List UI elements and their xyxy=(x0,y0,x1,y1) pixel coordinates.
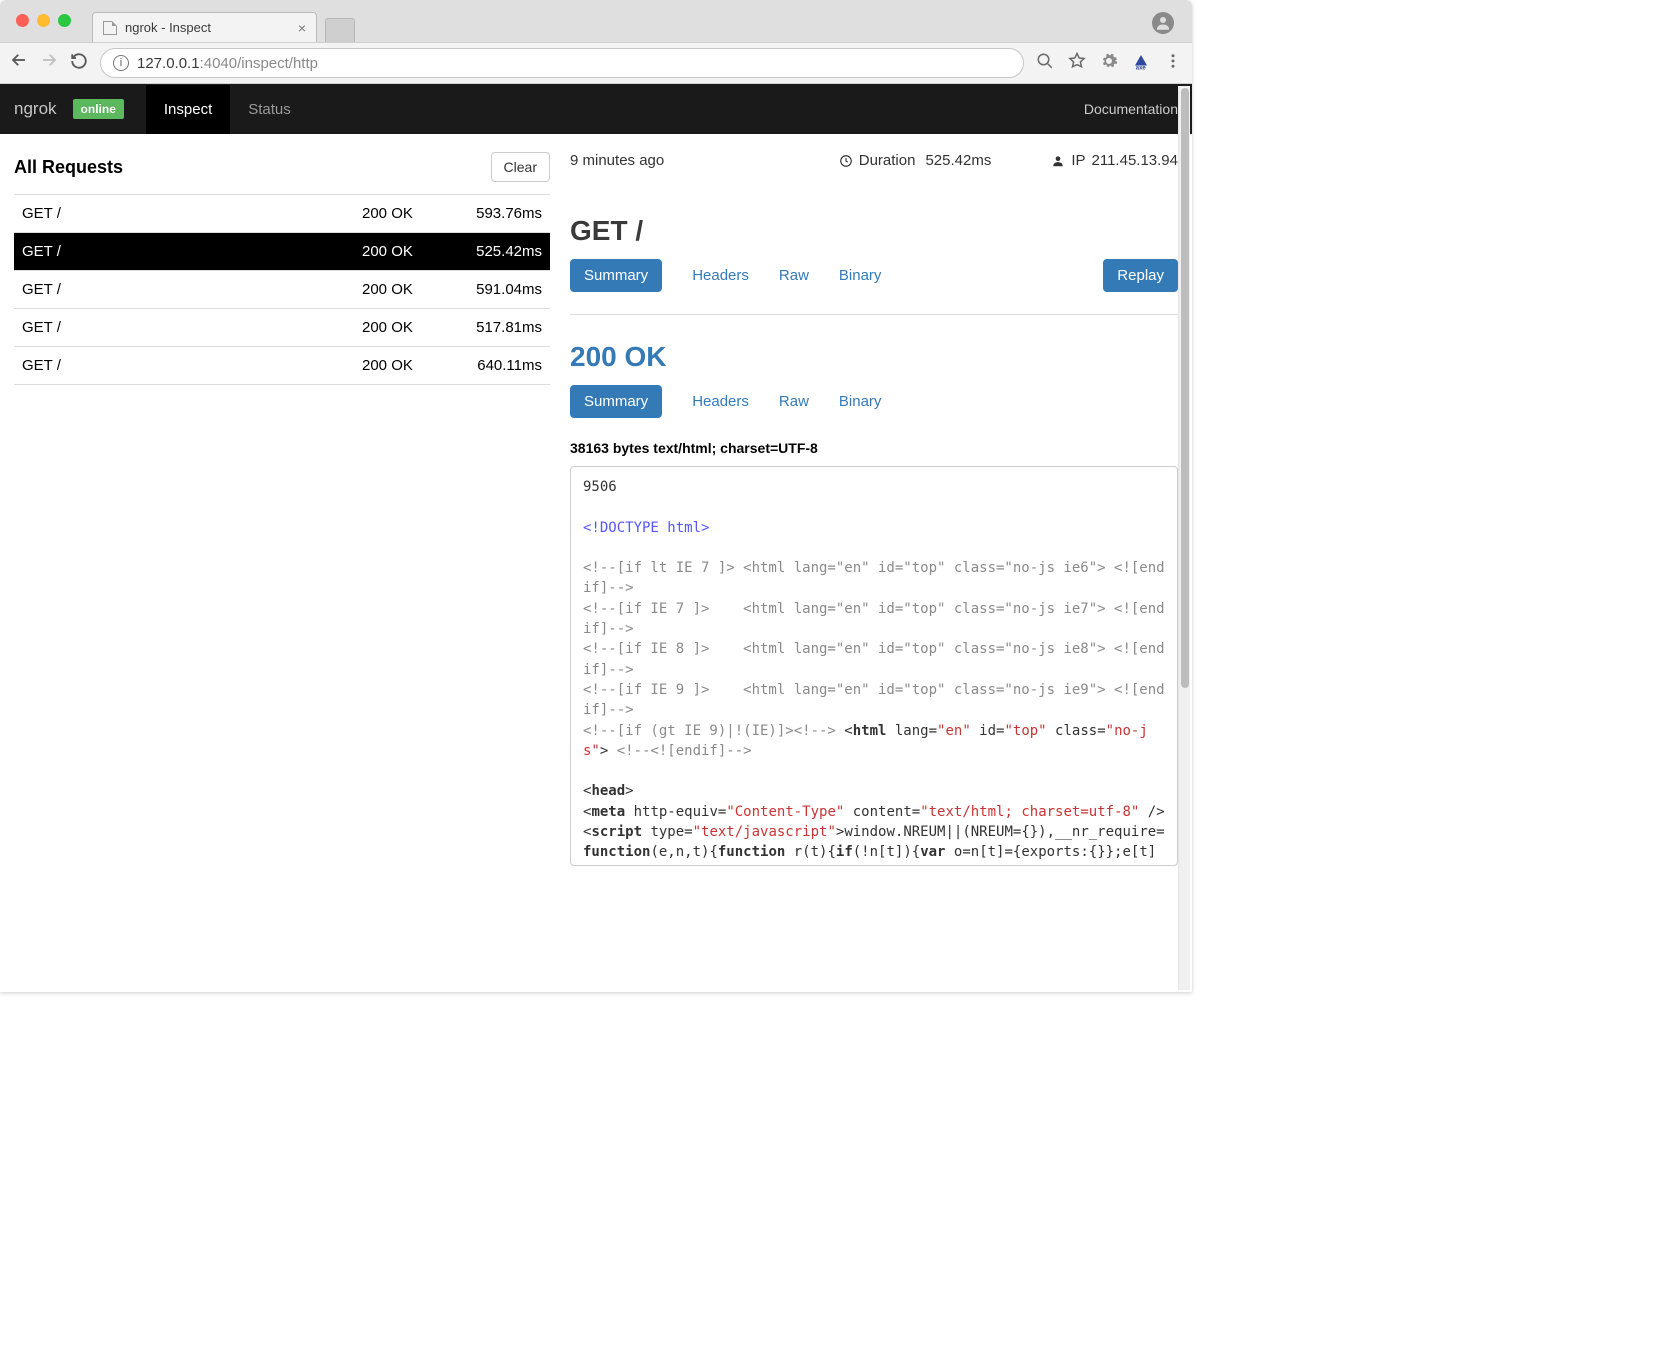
request-age: 9 minutes ago xyxy=(570,152,740,169)
request-duration: 640.11ms xyxy=(457,357,542,374)
nav-documentation[interactable]: Documentation xyxy=(1084,101,1178,117)
tab-title: ngrok - Inspect xyxy=(125,20,211,35)
ip-label: IP xyxy=(1071,152,1085,169)
tab-headers[interactable]: Headers xyxy=(692,259,749,292)
browser-menu-icon[interactable] xyxy=(1164,52,1182,75)
request-row[interactable]: GET /200 OK591.04ms xyxy=(14,270,550,308)
ip-value: 211.45.13.94 xyxy=(1092,152,1178,169)
requests-heading: All Requests xyxy=(14,157,123,178)
scrollbar[interactable] xyxy=(1178,86,1190,990)
forward-button[interactable] xyxy=(40,51,58,75)
request-status: 200 OK xyxy=(362,205,457,222)
request-line: GET / xyxy=(570,215,1178,247)
request-status: 200 OK xyxy=(362,319,457,336)
request-method: GET / xyxy=(22,205,362,222)
site-info-icon[interactable]: i xyxy=(113,55,129,71)
zoom-icon[interactable] xyxy=(1036,52,1054,75)
response-body[interactable]: 9506 <!DOCTYPE html> <!--[if lt IE 7 ]> … xyxy=(570,466,1178,866)
request-method: GET / xyxy=(22,243,362,260)
requests-panel: All Requests Clear GET /200 OK593.76msGE… xyxy=(14,148,550,866)
window-controls xyxy=(16,14,71,27)
browser-toolbar: i 127.0.0.1:4040/inspect/http axe xyxy=(0,42,1192,84)
request-row[interactable]: GET /200 OK517.81ms xyxy=(14,308,550,346)
app-navbar: ngrok online Inspect Status Documentatio… xyxy=(0,84,1192,134)
detail-panel: 9 minutes ago Duration 525.42ms IP 211.4… xyxy=(570,148,1178,866)
user-icon xyxy=(1051,154,1065,168)
request-row[interactable]: GET /200 OK593.76ms xyxy=(14,194,550,232)
request-status: 200 OK xyxy=(362,243,457,260)
page-viewport: ngrok online Inspect Status Documentatio… xyxy=(0,84,1192,992)
meta-row: 9 minutes ago Duration 525.42ms IP 211.4… xyxy=(570,148,1178,177)
bytes-line: 38163 bytes text/html; charset=UTF-8 xyxy=(570,440,1178,456)
maximize-window-button[interactable] xyxy=(58,14,71,27)
request-row[interactable]: GET /200 OK640.11ms xyxy=(14,346,550,385)
response-tabs: Summary Headers Raw Binary xyxy=(570,385,1178,418)
browser-window: ngrok - Inspect × i 127.0.0.1:4040/inspe… xyxy=(0,0,1192,992)
status-badge: online xyxy=(73,99,124,119)
request-status: 200 OK xyxy=(362,357,457,374)
request-duration: 525.42ms xyxy=(457,243,542,260)
tab-binary-resp[interactable]: Binary xyxy=(839,385,882,418)
minimize-window-button[interactable] xyxy=(37,14,50,27)
tab-binary[interactable]: Binary xyxy=(839,259,882,292)
reload-button[interactable] xyxy=(70,52,88,75)
url-path: :4040/inspect/http xyxy=(200,55,318,72)
brand-label: ngrok xyxy=(14,99,57,119)
document-icon xyxy=(103,21,117,35)
clock-icon xyxy=(839,154,853,168)
request-duration: 517.81ms xyxy=(457,319,542,336)
request-duration: 591.04ms xyxy=(457,281,542,298)
scrollbar-thumb[interactable] xyxy=(1181,88,1189,688)
bookmark-star-icon[interactable] xyxy=(1068,52,1086,75)
tab-headers-resp[interactable]: Headers xyxy=(692,385,749,418)
request-duration: 593.76ms xyxy=(457,205,542,222)
replay-button[interactable]: Replay xyxy=(1103,259,1178,292)
close-tab-icon[interactable]: × xyxy=(298,20,306,36)
back-button[interactable] xyxy=(10,51,28,75)
request-list: GET /200 OK593.76msGET /200 OK525.42msGE… xyxy=(14,194,550,385)
tab-summary-resp[interactable]: Summary xyxy=(570,385,662,418)
axe-extension-icon[interactable]: axe xyxy=(1132,52,1150,75)
divider xyxy=(570,314,1178,315)
response-status: 200 OK xyxy=(570,341,1178,373)
request-status: 200 OK xyxy=(362,281,457,298)
address-bar[interactable]: i 127.0.0.1:4040/inspect/http xyxy=(100,48,1024,78)
gear-icon[interactable] xyxy=(1100,52,1118,75)
tab-raw-resp[interactable]: Raw xyxy=(779,385,809,418)
duration-value: 525.42ms xyxy=(925,152,991,169)
request-method: GET / xyxy=(22,319,362,336)
browser-tab[interactable]: ngrok - Inspect × xyxy=(92,12,317,42)
duration-label: Duration xyxy=(859,152,916,169)
nav-status[interactable]: Status xyxy=(230,85,309,134)
url-host: 127.0.0.1 xyxy=(137,55,200,72)
nav-inspect[interactable]: Inspect xyxy=(146,85,230,134)
new-tab-button[interactable] xyxy=(325,18,355,42)
code-chunk-num: 9506 xyxy=(583,479,617,495)
request-method: GET / xyxy=(22,357,362,374)
request-row[interactable]: GET /200 OK525.42ms xyxy=(14,232,550,270)
clear-button[interactable]: Clear xyxy=(491,152,550,182)
tab-bar: ngrok - Inspect × xyxy=(0,0,1192,42)
svg-text:axe: axe xyxy=(1136,65,1147,70)
close-window-button[interactable] xyxy=(16,14,29,27)
tab-summary[interactable]: Summary xyxy=(570,259,662,292)
request-tabs: Summary Headers Raw Binary Replay xyxy=(570,259,1178,292)
profile-avatar-icon[interactable] xyxy=(1152,12,1174,34)
request-method: GET / xyxy=(22,281,362,298)
tab-raw[interactable]: Raw xyxy=(779,259,809,292)
